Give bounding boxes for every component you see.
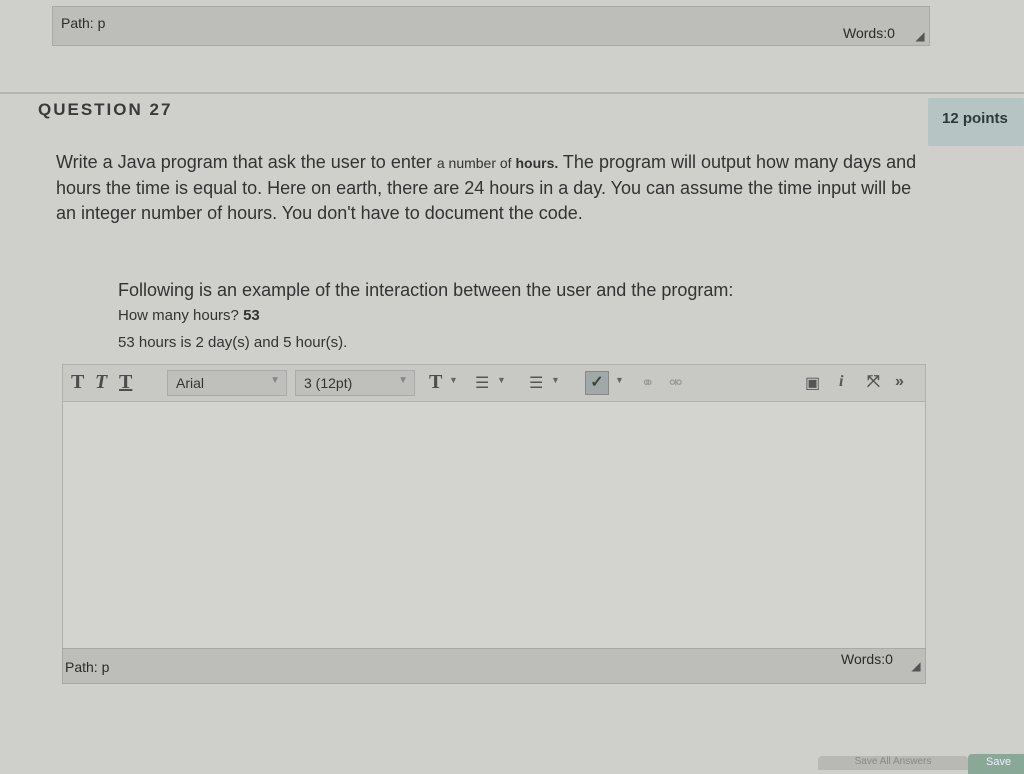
chevron-down-icon[interactable]: ▼: [551, 375, 560, 385]
fullscreen-icon[interactable]: ⤧: [867, 373, 880, 391]
spellcheck-icon[interactable]: ✓: [585, 371, 609, 395]
path-label: Path: p: [65, 659, 110, 675]
unlink-icon[interactable]: ⚮: [669, 373, 682, 393]
bold-button[interactable]: T: [71, 371, 84, 394]
previous-editor-footer: Path: p Words:0 ◢: [52, 6, 930, 46]
example-intro: Following is an example of the interacti…: [118, 280, 734, 300]
font-family-value: Arial: [176, 375, 205, 391]
font-size-select[interactable]: 3 (12pt) ▼: [295, 370, 415, 396]
save-button[interactable]: Save: [968, 754, 1024, 774]
unordered-list-icon[interactable]: ☰: [475, 373, 489, 393]
chevron-down-icon[interactable]: ▼: [497, 375, 506, 385]
example-prompt-line: How many hours? 53: [118, 302, 898, 329]
example-block: Following is an example of the interacti…: [118, 278, 898, 356]
question-text-part1: Write a Java program that ask the user t…: [56, 152, 437, 172]
chevron-down-icon[interactable]: ▼: [615, 375, 624, 385]
underline-button[interactable]: T: [119, 371, 132, 394]
text-color-icon[interactable]: T: [429, 371, 442, 394]
path-label: Path: p: [61, 15, 106, 31]
example-prompt: How many hours?: [118, 307, 244, 324]
points-badge: 12 points: [928, 98, 1024, 146]
resize-grip-icon[interactable]: ◢: [909, 659, 923, 673]
question-text: Write a Java program that ask the user t…: [56, 150, 936, 226]
question-text-bold: hours.: [515, 155, 559, 171]
answer-text-area[interactable]: [62, 402, 926, 648]
word-count: Words:0: [843, 25, 895, 41]
ordered-list-icon[interactable]: ☰: [529, 373, 543, 393]
chevron-down-icon: ▼: [270, 375, 280, 386]
link-icon[interactable]: ⚭: [641, 373, 654, 393]
info-icon[interactable]: i: [839, 373, 843, 391]
example-output: 53 hours is 2 day(s) and 5 hour(s).: [118, 334, 348, 351]
example-input: 53: [243, 307, 260, 324]
question-text-small: a number of: [436, 155, 516, 171]
italic-button[interactable]: T: [95, 371, 107, 394]
font-size-value: 3 (12pt): [304, 375, 353, 391]
chevron-down-icon: ▼: [398, 375, 408, 386]
chevron-down-icon[interactable]: ▼: [449, 375, 458, 385]
resize-grip-icon[interactable]: ◢: [913, 29, 927, 43]
word-count: Words:0: [841, 651, 893, 667]
expand-toolbar-icon[interactable]: »: [895, 373, 904, 391]
editor-footer: Path: p Words:0 ◢: [62, 648, 926, 684]
preview-icon[interactable]: ▣: [805, 373, 820, 393]
editor-toolbar: T T T Arial ▼ 3 (12pt) ▼ T ▼ ☰ ▼ ☰ ▼ ✓ ▼…: [62, 364, 926, 402]
font-family-select[interactable]: Arial ▼: [167, 370, 287, 396]
question-divider: [0, 92, 1024, 94]
question-title: QUESTION 27: [38, 100, 173, 119]
